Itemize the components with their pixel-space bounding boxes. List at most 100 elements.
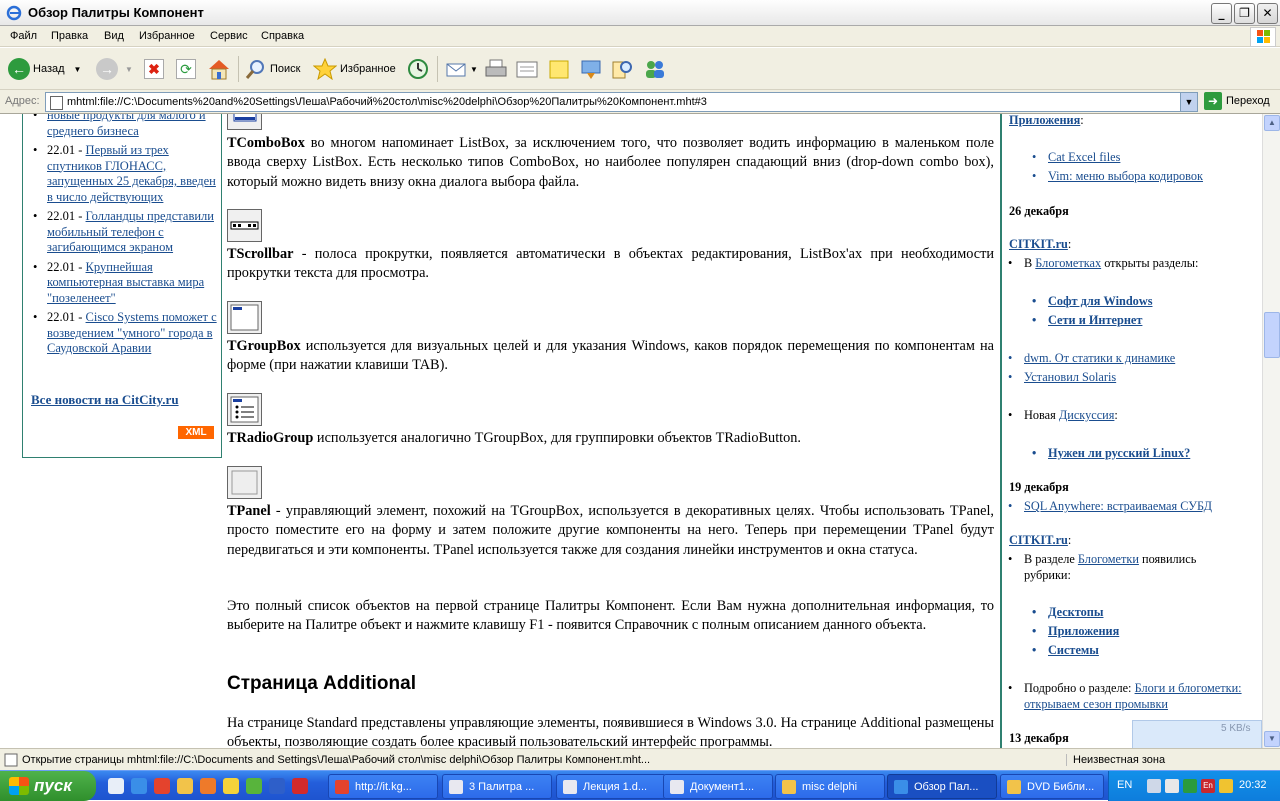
stop-button[interactable]: ✖ [144,56,164,82]
edit-button[interactable] [515,56,539,82]
contacts-button[interactable] [643,56,667,82]
citkit-link[interactable]: CITKIT.ru [1009,237,1068,251]
vertical-scrollbar[interactable]: ▲ ▼ [1262,114,1280,748]
menu-view[interactable]: Вид [104,30,124,42]
xml-badge[interactable]: XML [178,426,214,439]
taskbar-task[interactable]: Документ1... [663,774,773,799]
history-icon [408,59,428,79]
sidebar-link[interactable]: Приложения [1032,623,1119,639]
start-button[interactable]: пуск [0,771,96,801]
folder-quicklaunch-icon[interactable] [177,778,193,794]
opera-icon[interactable] [154,778,170,794]
menu-edit[interactable]: Правка [51,30,88,42]
favorites-button[interactable]: Избранное [313,56,396,82]
tray-app-icon[interactable] [1219,779,1233,793]
minimize-button[interactable]: _ [1211,3,1232,24]
home-button[interactable] [207,56,231,82]
go-button[interactable]: ➜ Переход [1204,92,1270,110]
back-button[interactable]: ← Назад ▼ [8,56,81,82]
menu-help[interactable]: Справка [261,30,304,42]
tray-app-icon[interactable] [1165,779,1179,793]
date-heading: 26 декабря [1009,204,1069,218]
people-icon [646,61,664,78]
search-icon [245,60,264,79]
address-input[interactable]: mhtml:file://C:\Documents%20and%20Settin… [45,92,1198,112]
status-bar: Открытие страницы mhtml:file://C:\Docume… [0,748,1280,770]
taskbar-task[interactable]: misc delphi [775,774,885,799]
close-button[interactable]: ✕ [1257,3,1278,24]
apps-link[interactable]: Приложения [1009,114,1080,127]
ie-quicklaunch-icon[interactable] [131,778,147,794]
keyboard-layout-icon[interactable]: En [1201,779,1215,793]
mail-button[interactable]: ▼ [445,56,478,82]
menu-favorites[interactable]: Избранное [139,30,195,42]
sidebar-link[interactable]: Cat Excel files [1032,149,1120,165]
tool-quicklaunch-icon[interactable] [223,778,239,794]
research-icon [612,61,632,79]
refresh-button[interactable]: ⟳ [176,56,196,82]
sidebar-link[interactable]: SQL Anywhere: встраиваемая СУБД [1008,498,1212,514]
discuss-button[interactable] [547,56,571,82]
sidebar-link[interactable]: Vim: меню выбора кодировок [1032,168,1203,184]
research-button[interactable] [610,56,634,82]
taskbar-task[interactable]: DVD Библи... [1000,774,1104,799]
taskbar-task[interactable]: http://it.kg... [328,774,438,799]
menu-file[interactable]: Файл [10,30,37,42]
groupbox-paragraph: TGroupBox используется для визуальных це… [227,337,994,376]
tray-app-icon[interactable] [1183,779,1197,793]
forward-dropdown-icon: ▼ [125,64,133,74]
sidebar-link[interactable]: dwm. От статики к динамике [1008,350,1175,366]
history-button[interactable] [406,56,430,82]
download-icon [581,60,601,79]
taskbar-task[interactable]: 3 Палитра ... [442,774,552,799]
back-arrow-icon: ← [8,58,30,80]
excel-quicklaunch-icon[interactable] [246,778,262,794]
additional-paragraph: На странице Standard представлены управл… [227,715,994,748]
clock: 20:32 [1239,779,1267,791]
sidebar-link[interactable]: Софт для Windows [1032,293,1153,309]
news-item: 22.01 - Первый из трех спутников ГЛОНАСС… [31,143,221,205]
panel-paragraph: TPanel - управляющий элемент, похожий на… [227,502,994,560]
maximize-button[interactable]: ❐ [1234,3,1255,24]
combobox-component-icon [227,114,262,130]
mail-dropdown-icon[interactable]: ▼ [470,65,478,74]
back-dropdown-icon[interactable]: ▼ [74,65,82,74]
scrollbar-paragraph: TScrollbar - полоса прокрутки, появляетс… [227,245,994,284]
status-text: Открытие страницы mhtml:file://C:\Docume… [22,754,651,766]
section-heading: Страница Additional [227,673,416,694]
word-quicklaunch-icon[interactable] [269,778,285,794]
taskbar-task[interactable]: Лекция 1.d... [556,774,666,799]
start-label: пуск [34,776,72,795]
sidebar-link[interactable]: Нужен ли русский Linux? [1032,445,1190,461]
forward-arrow-icon: → [96,58,118,80]
sidebar-link[interactable]: Установил Solaris [1008,369,1116,385]
menu-tools[interactable]: Сервис [210,30,248,42]
sidebar-link[interactable]: Сети и Интернет [1032,312,1142,328]
quicklaunch-icon[interactable] [108,778,124,794]
scroll-down-icon[interactable]: ▼ [1264,731,1280,747]
news-link[interactable]: новые продукты для малого и среднего биз… [47,114,206,138]
all-news-link[interactable]: Все новости на CitCity.ru [31,392,179,408]
media-quicklaunch-icon[interactable] [292,778,308,794]
title-bar: Обзор Палитры Компонент _ ❐ ✕ [0,0,1280,26]
network-icon[interactable] [1147,779,1161,793]
scroll-thumb[interactable] [1264,312,1280,358]
discussion-link[interactable]: Дискуссия [1059,408,1115,422]
search-button[interactable]: Поиск [245,56,300,82]
citkit-link[interactable]: CITKIT.ru [1009,533,1068,547]
language-indicator[interactable]: EN [1117,779,1132,791]
forward-button[interactable]: → ▼ [96,56,133,82]
address-dropdown-icon[interactable]: ▼ [1180,93,1197,111]
news-item: 22.01 - Cisco Systems поможет с возведен… [31,310,221,357]
app-quicklaunch-icon[interactable] [200,778,216,794]
print-button[interactable] [484,56,508,82]
messenger-button[interactable] [579,56,603,82]
taskbar-task-active[interactable]: Обзор Пал... [887,774,997,799]
star-icon [313,58,337,80]
sidebar-link[interactable]: Системы [1032,642,1099,658]
sidebar-link[interactable]: Десктопы [1032,604,1104,620]
blog-link[interactable]: Блогометках [1035,256,1101,270]
back-label: Назад [33,63,65,75]
blog-link[interactable]: Блогометки [1078,552,1139,566]
scroll-up-icon[interactable]: ▲ [1264,115,1280,131]
